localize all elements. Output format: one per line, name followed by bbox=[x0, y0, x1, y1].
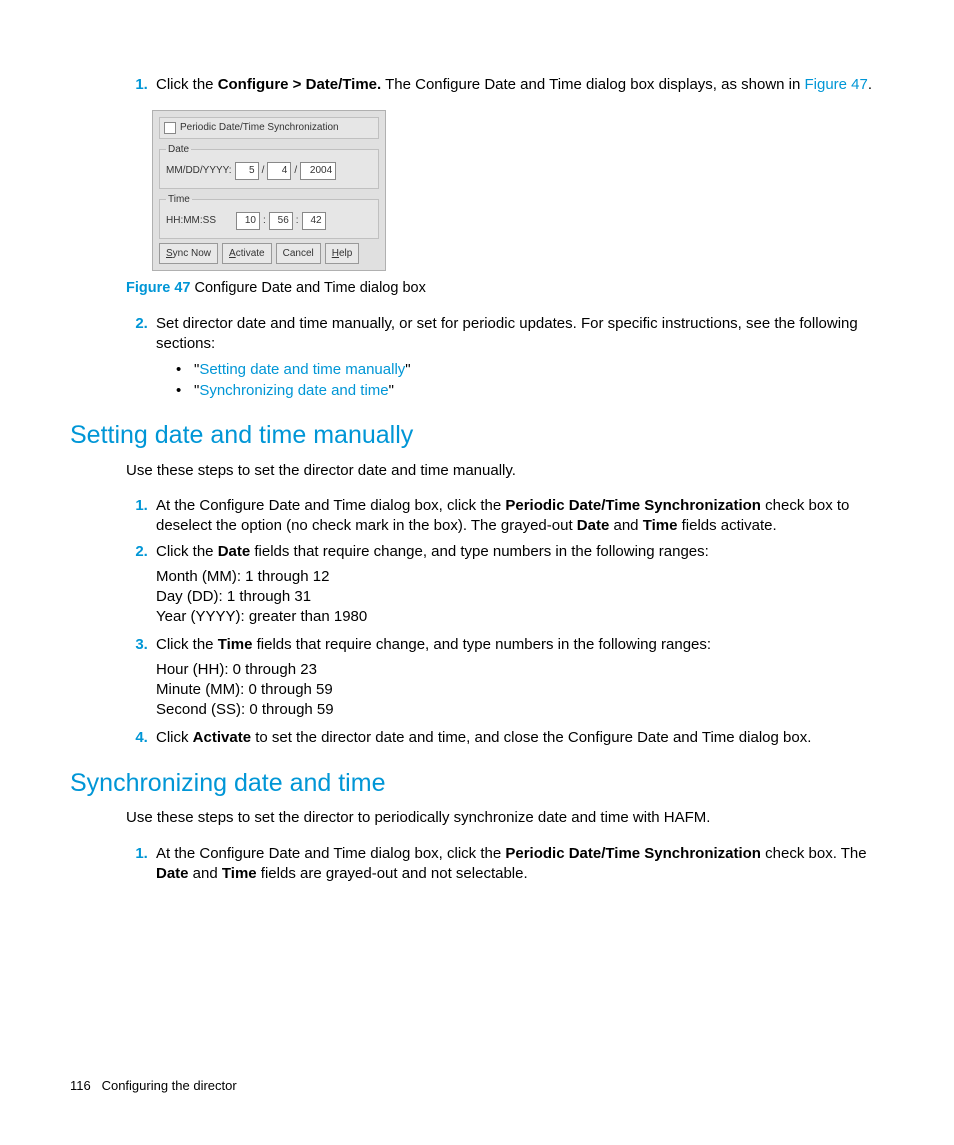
year-input[interactable]: 2004 bbox=[300, 162, 336, 180]
range-minute: Minute (MM): 0 through 59 bbox=[156, 680, 884, 700]
bullet-manual: "Setting date and time manually" bbox=[176, 360, 884, 380]
range-second: Second (SS): 0 through 59 bbox=[156, 700, 884, 720]
periodic-sync-row[interactable]: Periodic Date/Time Synchronization bbox=[159, 117, 379, 139]
periodic-sync-checkbox[interactable] bbox=[164, 122, 176, 134]
range-year: Year (YYYY): greater than 1980 bbox=[156, 607, 884, 627]
time-legend: Time bbox=[166, 193, 192, 207]
text: . bbox=[868, 76, 872, 93]
date-prefix: MM/DD/YYYY: bbox=[166, 164, 232, 178]
range-month: Month (MM): 1 through 12 bbox=[156, 567, 884, 587]
minute-input[interactable]: 56 bbox=[269, 212, 293, 230]
help-button[interactable]: Help bbox=[325, 243, 360, 265]
activate-button[interactable]: Activate bbox=[222, 243, 272, 265]
date-fieldset: Date MM/DD/YYYY: 5 / 4 / 2004 bbox=[159, 143, 379, 189]
second-input[interactable]: 42 bbox=[302, 212, 326, 230]
intro-sync: Use these steps to set the director to p… bbox=[126, 808, 884, 828]
heading-synchronizing: Synchronizing date and time bbox=[70, 767, 884, 801]
link-setting-manually[interactable]: Setting date and time manually bbox=[199, 361, 405, 378]
bullet-sync: "Synchronizing date and time" bbox=[176, 381, 884, 401]
figure-label: Figure 47 bbox=[126, 280, 190, 296]
figure-ref-link[interactable]: Figure 47 bbox=[805, 76, 868, 93]
sep: / bbox=[262, 164, 265, 178]
range-day: Day (DD): 1 through 31 bbox=[156, 587, 884, 607]
page-footer: 116 Configuring the director bbox=[70, 1077, 237, 1095]
manual-step-4: Click Activate to set the director date … bbox=[152, 728, 884, 748]
month-input[interactable]: 5 bbox=[235, 162, 259, 180]
date-legend: Date bbox=[166, 143, 191, 157]
range-hour: Hour (HH): 0 through 23 bbox=[156, 660, 884, 680]
sep: : bbox=[296, 214, 299, 228]
text: Click the bbox=[156, 76, 218, 93]
heading-setting-manually: Setting date and time manually bbox=[70, 419, 884, 453]
link-synchronizing[interactable]: Synchronizing date and time bbox=[199, 382, 388, 399]
text: The Configure Date and Time dialog box d… bbox=[381, 76, 804, 93]
cancel-button[interactable]: Cancel bbox=[276, 243, 321, 265]
sync-now-button[interactable]: Sync Now bbox=[159, 243, 218, 265]
sync-step-1: At the Configure Date and Time dialog bo… bbox=[152, 844, 884, 885]
date-time-dialog: Periodic Date/Time Synchronization Date … bbox=[152, 110, 386, 271]
day-input[interactable]: 4 bbox=[267, 162, 291, 180]
step-2: Set director date and time manually, or … bbox=[152, 314, 884, 401]
hour-input[interactable]: 10 bbox=[236, 212, 260, 230]
page-number: 116 bbox=[70, 1078, 91, 1093]
manual-step-3: Click the Time fields that require chang… bbox=[152, 635, 884, 720]
text: Set director date and time manually, or … bbox=[156, 315, 858, 352]
sep: : bbox=[263, 214, 266, 228]
menu-path: Configure > Date/Time. bbox=[218, 76, 382, 93]
manual-step-1: At the Configure Date and Time dialog bo… bbox=[152, 496, 884, 537]
figure-text: Configure Date and Time dialog box bbox=[190, 280, 425, 296]
time-prefix: HH:MM:SS bbox=[166, 214, 216, 228]
step-1: Click the Configure > Date/Time. The Con… bbox=[152, 75, 884, 95]
manual-step-2: Click the Date fields that require chang… bbox=[152, 542, 884, 627]
figure-caption: Figure 47 Configure Date and Time dialog… bbox=[126, 279, 884, 299]
sep: / bbox=[294, 164, 297, 178]
intro-manual: Use these steps to set the director date… bbox=[126, 461, 884, 481]
time-fieldset: Time HH:MM:SS 10 : 56 : 42 bbox=[159, 193, 379, 239]
footer-title: Configuring the director bbox=[102, 1078, 237, 1093]
periodic-sync-label: Periodic Date/Time Synchronization bbox=[180, 121, 339, 135]
